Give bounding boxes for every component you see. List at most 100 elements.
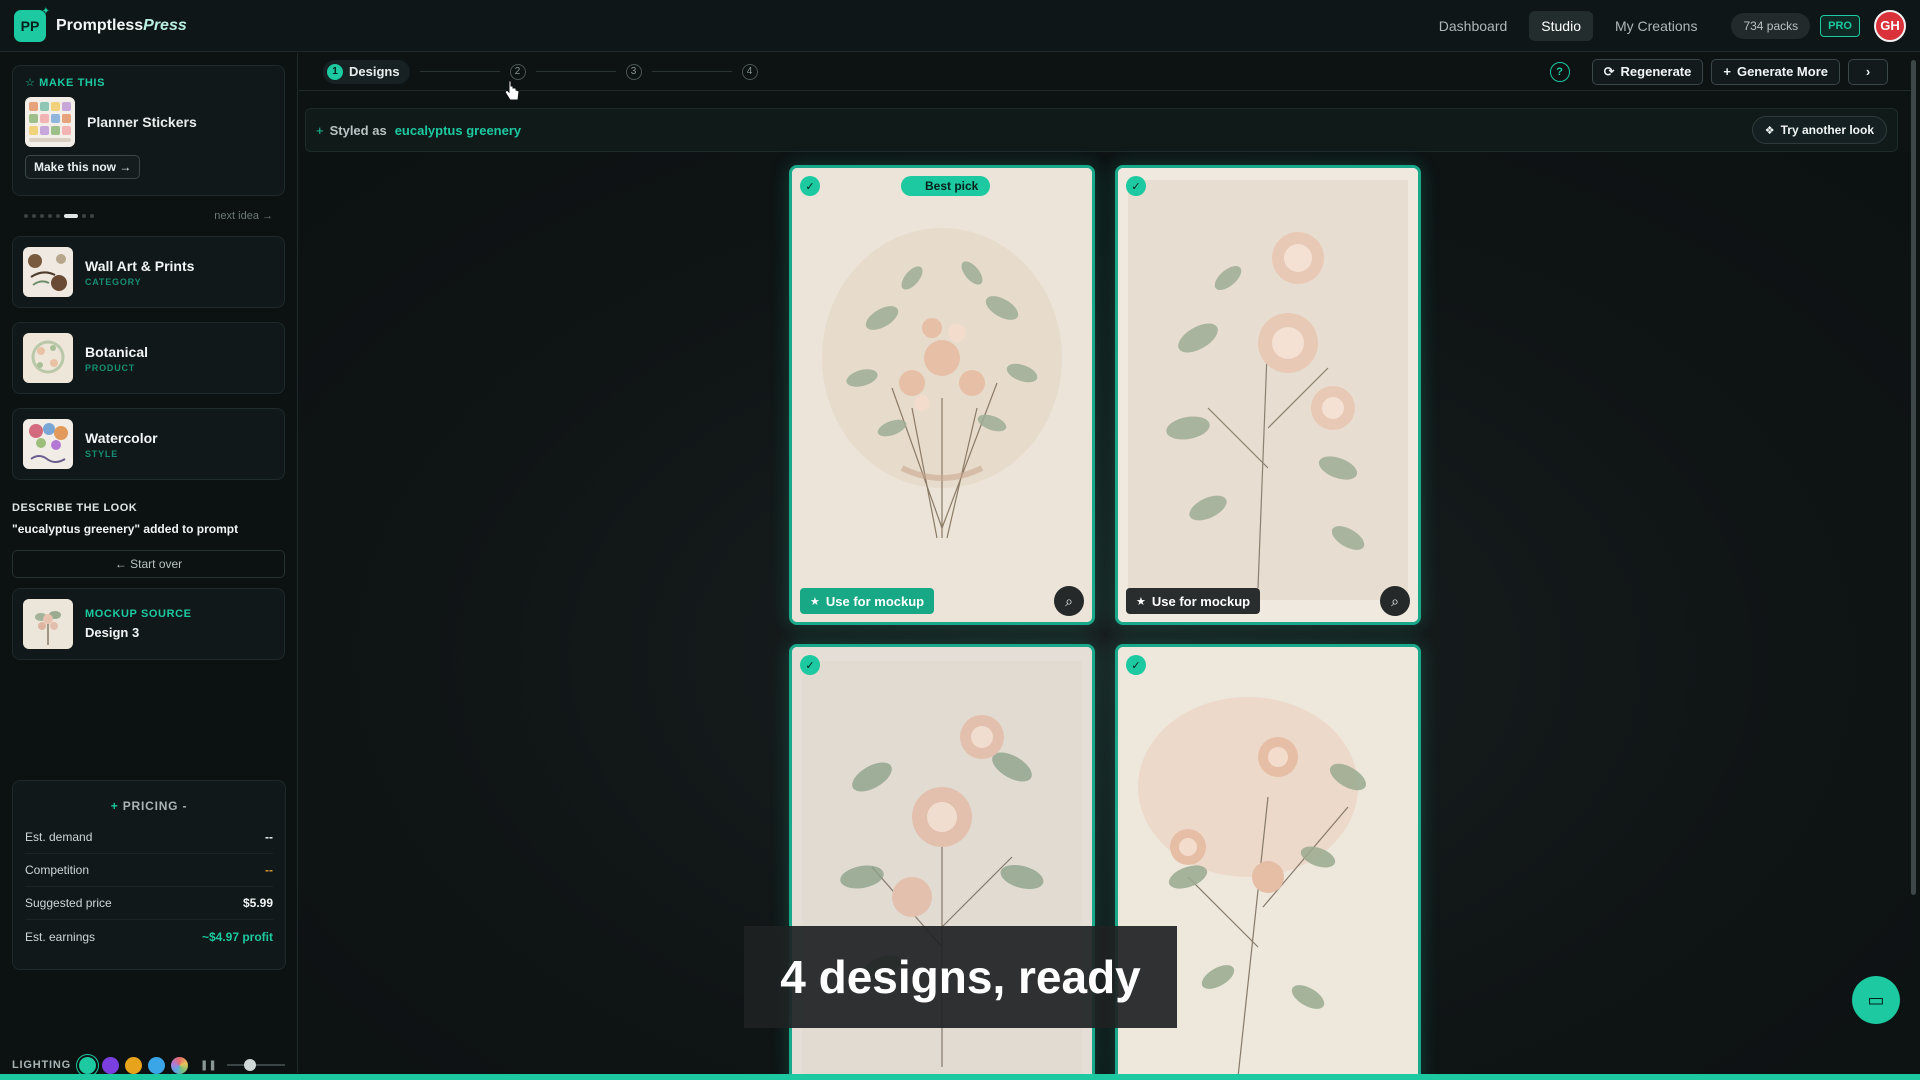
nav-studio[interactable]: Studio	[1529, 10, 1593, 41]
pro-badge: PRO	[1820, 14, 1860, 37]
category-card-wall-art[interactable]: Wall Art & Prints CATEGORY	[12, 236, 285, 308]
make-this-row: Planner Stickers	[25, 97, 272, 147]
lighting-label: LIGHTING	[12, 1059, 71, 1071]
bottom-accent-strip	[0, 1074, 1920, 1080]
carousel-dot[interactable]	[40, 214, 44, 218]
pause-icon[interactable]: ❚❚	[200, 1060, 217, 1071]
step-connector	[651, 71, 732, 72]
category-card-watercolor[interactable]: Watercolor STYLE	[12, 408, 285, 480]
category-text: Watercolor STYLE	[85, 430, 158, 459]
use-for-mockup-button[interactable]: ★ Use for mockup	[800, 588, 935, 614]
planner-stickers-thumbnail	[25, 97, 75, 147]
step-designs[interactable]: 1 Designs	[323, 59, 410, 84]
brand-accent: Press	[143, 16, 187, 34]
make-this-card: ☆ MAKE THIS Planner Stickers Make this n…	[12, 65, 285, 196]
zoom-icon[interactable]: ⌕	[1054, 586, 1084, 616]
design-card-1[interactable]: ✓ Best pick ★ Use for mockup ⌕	[789, 165, 1095, 625]
check-icon[interactable]: ✓	[800, 176, 820, 196]
next-step-button[interactable]: ›	[1848, 58, 1888, 85]
regenerate-button[interactable]: ⟳ Regenerate	[1591, 58, 1704, 85]
carousel-dot[interactable]	[90, 214, 94, 218]
try-another-look-button[interactable]: ❖ Try another look	[1751, 116, 1887, 144]
pricing-label: Suggested price	[25, 896, 112, 910]
lighting-swatch-multi[interactable]	[170, 1056, 188, 1074]
design-card-2[interactable]: ✓ ★ Use for mockup ⌕	[1115, 165, 1421, 625]
carousel-dot[interactable]	[82, 214, 86, 218]
refresh-icon: ⟳	[1603, 63, 1615, 79]
lighting-slider[interactable]	[226, 1059, 285, 1071]
category-title: Wall Art & Prints	[85, 257, 195, 274]
brand-main: Promptless	[56, 16, 144, 34]
carousel-dot[interactable]	[48, 214, 52, 218]
zoom-icon[interactable]: ⌕	[1380, 586, 1410, 616]
lighting-swatch-amber[interactable]	[124, 1056, 142, 1074]
packs-counter[interactable]: 734 packs	[1731, 12, 1811, 39]
use-for-mockup-button[interactable]: ★ Use for mockup	[1126, 588, 1261, 614]
step-2[interactable]: 2	[509, 63, 526, 80]
design-artwork-1	[792, 168, 1092, 622]
chat-button[interactable]: ▭	[1852, 976, 1900, 1024]
mockup-source-text: MOCKUP SOURCE Design 3	[85, 608, 192, 640]
step-3[interactable]: 3	[625, 63, 642, 80]
design-artwork-2	[1118, 168, 1418, 622]
style-value: eucalyptus greenery	[394, 122, 522, 138]
step-connector	[419, 71, 500, 72]
logo-text: PP	[20, 17, 40, 34]
help-icon[interactable]: ?	[1549, 61, 1570, 82]
pricing-title[interactable]: + PRICING -	[25, 799, 273, 813]
plus-icon: +	[110, 799, 119, 813]
pricing-value: --	[265, 830, 273, 844]
watercolor-thumbnail	[23, 419, 73, 469]
carousel-dot[interactable]	[32, 214, 36, 218]
top-bar: PP ✦ PromptlessPress Dashboard Studio My…	[0, 0, 1920, 52]
nav-my-creations[interactable]: My Creations	[1603, 11, 1709, 41]
pricing-value: --	[265, 863, 273, 877]
category-title: Watercolor	[85, 429, 158, 446]
category-type: CATEGORY	[85, 276, 142, 287]
step-4[interactable]: 4	[741, 63, 758, 80]
category-type: STYLE	[85, 448, 119, 459]
logo-badge[interactable]: PP ✦	[14, 6, 50, 42]
try-another-look-label: Try another look	[1780, 123, 1874, 137]
lighting-controls: LIGHTING ❚❚	[12, 1054, 292, 1076]
pricing-row-suggested-price: Suggested price $5.99	[25, 887, 273, 920]
step-label: Designs	[349, 64, 400, 79]
lighting-swatch-purple[interactable]	[101, 1056, 119, 1074]
mockup-source-card[interactable]: MOCKUP SOURCE Design 3	[12, 588, 285, 660]
pricing-label: Est. demand	[25, 830, 93, 844]
lighting-swatch-teal[interactable]	[78, 1056, 96, 1074]
category-text: Wall Art & Prints CATEGORY	[85, 258, 194, 287]
botanical-thumbnail	[23, 333, 73, 383]
describe-look-label: DESCRIBE THE LOOK	[12, 502, 138, 514]
pricing-label: Est. earnings	[25, 929, 96, 944]
step-bar: 1 Designs 2 3 4 ? ⟳ Regenerate + Generat…	[299, 53, 1912, 91]
regenerate-label: Regenerate	[1620, 64, 1692, 79]
chat-icon: ▭	[1867, 989, 1885, 1010]
nav-dashboard[interactable]: Dashboard	[1427, 11, 1520, 41]
scrollbar[interactable]	[1911, 60, 1916, 895]
make-this-now-button[interactable]: Make this now →	[25, 155, 141, 179]
category-card-botanical[interactable]: Botanical PRODUCT	[12, 322, 285, 394]
check-icon[interactable]: ✓	[1126, 655, 1146, 675]
brand-name[interactable]: PromptlessPress	[56, 17, 187, 35]
carousel-dot-active[interactable]	[64, 214, 78, 218]
check-icon[interactable]: ✓	[800, 655, 820, 675]
mockup-source-label: MOCKUP SOURCE	[85, 608, 192, 620]
pricing-row-demand: Est. demand --	[25, 821, 273, 854]
make-this-title: Planner Stickers	[87, 114, 197, 130]
chevron-right-icon: ›	[1865, 64, 1871, 79]
make-this-label: ☆ MAKE THIS	[25, 76, 272, 89]
best-pick-badge: Best pick	[901, 176, 991, 196]
carousel-dot[interactable]	[56, 214, 60, 218]
lighting-slider-knob[interactable]	[243, 1059, 256, 1071]
carousel-dot[interactable]	[24, 214, 28, 218]
styled-as-label: Styled as	[329, 122, 387, 138]
lighting-swatch-blue[interactable]	[147, 1056, 165, 1074]
check-icon[interactable]: ✓	[1126, 176, 1146, 196]
start-over-button[interactable]: ← Start over	[12, 550, 285, 578]
make-this-label-text: MAKE THIS	[39, 77, 106, 89]
generate-more-button[interactable]: + Generate More	[1711, 58, 1840, 85]
next-idea-link[interactable]: next idea →	[214, 210, 273, 222]
category-title: Botanical	[85, 343, 149, 360]
avatar[interactable]: GH	[1874, 9, 1906, 42]
